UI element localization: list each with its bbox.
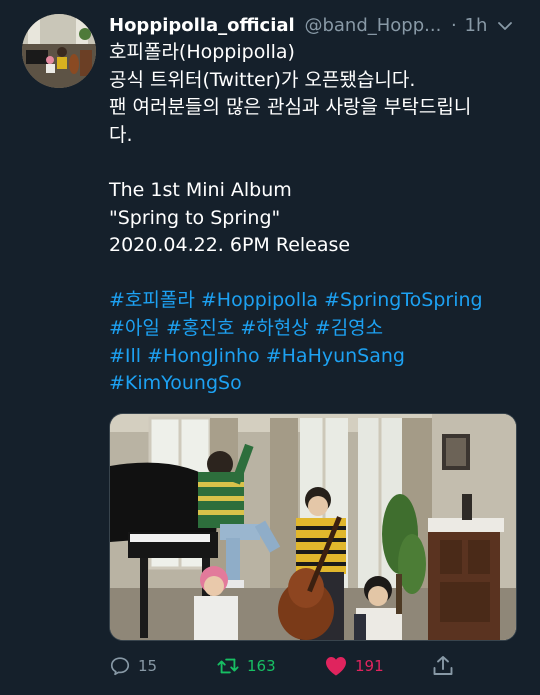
hashtag-link[interactable]: #KimYoungSo xyxy=(109,372,242,394)
hashtag-line: #Ill #HongJinho #HaHyunSang xyxy=(109,343,519,371)
hashtag-link[interactable]: #김영소 xyxy=(315,317,383,339)
heart-icon xyxy=(324,655,355,677)
user-handle[interactable]: @band_Hopp... xyxy=(304,15,441,36)
reply-count: 15 xyxy=(138,657,158,675)
tweet-line: 다. xyxy=(109,123,133,146)
hashtag-link[interactable]: #홍진호 xyxy=(166,317,234,339)
tweet-card[interactable]: Hoppipolla_official @band_Hopp... · 1h 호… xyxy=(0,0,540,695)
tweet-actions: 15 163 191 xyxy=(109,651,529,681)
timestamp[interactable]: 1h xyxy=(465,15,488,36)
separator-dot: · xyxy=(451,15,457,36)
retweet-icon xyxy=(216,655,247,677)
reply-icon xyxy=(109,655,138,677)
hashtag-link[interactable]: #Ill xyxy=(109,345,141,367)
hashtag-link[interactable]: #HaHyunSang xyxy=(266,345,405,367)
share-icon xyxy=(431,654,462,678)
tweet-line: "Spring to Spring" xyxy=(109,206,281,229)
hashtag-link[interactable]: #하현상 xyxy=(240,317,308,339)
hashtag-link[interactable]: #호피폴라 xyxy=(109,289,195,311)
avatar[interactable] xyxy=(22,14,96,88)
tweet-photo[interactable] xyxy=(109,413,517,641)
reply-button[interactable]: 15 xyxy=(109,651,157,681)
tweet-text: 호피폴라(Hoppipolla) 공식 트위터(Twitter)가 오픈됐습니다… xyxy=(109,39,519,398)
display-name[interactable]: Hoppipolla_official xyxy=(109,15,295,36)
chevron-down-icon[interactable] xyxy=(495,16,515,36)
share-button[interactable] xyxy=(431,651,462,681)
hashtag-line: #아일 #홍진호 #하현상 #김영소 xyxy=(109,315,519,343)
hashtag-line: #KimYoungSo xyxy=(109,370,519,398)
tweet-line: The 1st Mini Album xyxy=(109,178,292,201)
retweet-count: 163 xyxy=(247,657,276,675)
tweet-line: 호피폴라(Hoppipolla) xyxy=(109,41,295,63)
like-count: 191 xyxy=(355,657,384,675)
retweet-button[interactable]: 163 xyxy=(216,651,276,681)
hashtag-link[interactable]: #HongJinho xyxy=(147,345,260,367)
hashtag-link[interactable]: #아일 xyxy=(109,317,160,339)
tweet-line: 2020.04.22. 6PM Release xyxy=(109,234,351,257)
hashtag-link[interactable]: #Hoppipolla xyxy=(201,289,318,311)
like-button[interactable]: 191 xyxy=(324,651,384,681)
hashtag-link[interactable]: #SpringToSpring xyxy=(324,289,483,311)
hashtag-line: #호피폴라 #Hoppipolla #SpringToSpring xyxy=(109,287,519,315)
tweet-header: Hoppipolla_official @band_Hopp... · 1h xyxy=(109,13,529,39)
tweet-line: 팬 여러분들의 많은 관심과 사랑을 부탁드립니 xyxy=(109,96,472,119)
tweet-line: 공식 트위터(Twitter)가 오픈됐습니다. xyxy=(109,68,416,91)
